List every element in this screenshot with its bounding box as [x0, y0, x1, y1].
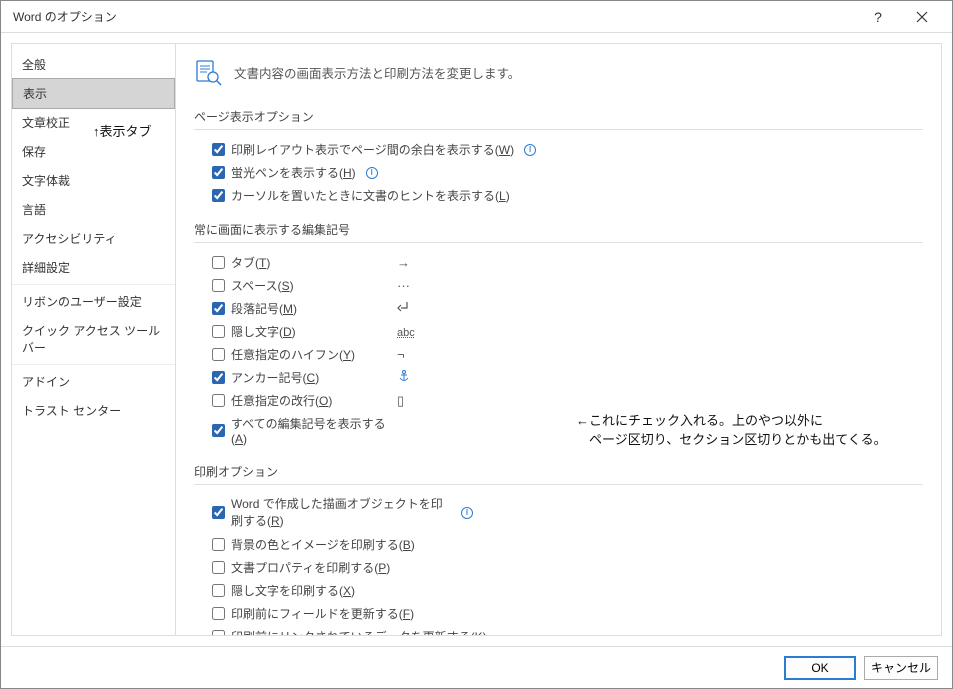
section-page-display-title: ページ表示オプション — [194, 104, 923, 130]
option-checkbox[interactable] — [212, 506, 225, 519]
option-label[interactable]: 蛍光ペンを表示する(H) — [231, 164, 356, 181]
info-icon[interactable]: i — [524, 144, 536, 156]
mark-symbol: → — [397, 255, 427, 270]
option-label[interactable]: 印刷前にフィールドを更新する(F) — [231, 605, 414, 622]
sidebar-item[interactable]: トラスト センター — [12, 396, 175, 425]
sidebar-item[interactable]: 文字体裁 — [12, 166, 175, 195]
sidebar: 全般表示文章校正保存文字体裁言語アクセシビリティ詳細設定リボンのユーザー設定クイ… — [11, 43, 176, 636]
option-row: 隠し文字を印刷する(X) — [194, 579, 923, 602]
sidebar-item[interactable]: 表示 — [12, 78, 175, 109]
titlebar: Word のオプション ? — [1, 1, 952, 33]
cancel-button[interactable]: キャンセル — [864, 656, 938, 680]
sidebar-item[interactable]: 文章校正 — [12, 108, 175, 137]
main-heading-text: 文書内容の画面表示方法と印刷方法を変更します。 — [234, 63, 520, 82]
info-icon[interactable]: i — [461, 507, 473, 519]
option-checkbox[interactable] — [212, 325, 225, 338]
sidebar-item[interactable]: クイック アクセス ツール バー — [12, 316, 175, 362]
option-checkbox[interactable] — [212, 189, 225, 202]
option-row: スペース(S) ··· — [194, 274, 923, 297]
close-button[interactable] — [900, 2, 944, 32]
mark-symbol: ··· — [397, 278, 427, 293]
display-options-icon — [194, 58, 222, 86]
option-label[interactable]: スペース(S) — [231, 277, 391, 294]
mark-symbol: abc — [397, 324, 427, 339]
option-label[interactable]: 背景の色とイメージを印刷する(B) — [231, 536, 415, 553]
sidebar-item[interactable]: 保存 — [12, 137, 175, 166]
option-row: 背景の色とイメージを印刷する(B) — [194, 533, 923, 556]
main-panel: 文書内容の画面表示方法と印刷方法を変更します。 ページ表示オプション 印刷レイア… — [176, 43, 942, 636]
option-label[interactable]: 隠し文字を印刷する(X) — [231, 582, 355, 599]
sidebar-item[interactable]: アクセシビリティ — [12, 224, 175, 253]
option-checkbox[interactable] — [212, 424, 225, 437]
option-checkbox[interactable] — [212, 302, 225, 315]
option-row: 蛍光ペンを表示する(H) i — [194, 161, 923, 184]
option-row: Word で作成した描画オブジェクトを印刷する(R) i — [194, 493, 923, 533]
sidebar-item[interactable]: アドイン — [12, 367, 175, 396]
option-checkbox[interactable] — [212, 561, 225, 574]
option-checkbox[interactable] — [212, 630, 225, 636]
option-label[interactable]: 任意指定の改行(O) — [231, 392, 391, 409]
option-row: 任意指定のハイフン(Y) ¬ — [194, 343, 923, 366]
option-checkbox[interactable] — [212, 394, 225, 407]
mark-symbol: ▯ — [397, 393, 427, 409]
dialog-footer: OK キャンセル — [1, 646, 952, 688]
option-label[interactable]: 隠し文字(D) — [231, 323, 391, 340]
section-editing-marks: タブ(T) → スペース(S) ··· 段落記号(M) 隠し文字(D) abc 任意指定のハイ… — [194, 251, 923, 449]
main-heading: 文書内容の画面表示方法と印刷方法を変更します。 — [194, 58, 923, 86]
option-row: タブ(T) → — [194, 251, 923, 274]
option-label[interactable]: すべての編集記号を表示する(A) — [231, 415, 391, 446]
section-print-title: 印刷オプション — [194, 459, 923, 485]
option-row: 印刷レイアウト表示でページ間の余白を表示する(W) i — [194, 138, 923, 161]
option-label[interactable]: タブ(T) — [231, 254, 391, 271]
help-button[interactable]: ? — [856, 2, 900, 32]
option-checkbox[interactable] — [212, 143, 225, 156]
dialog-title: Word のオプション — [13, 8, 856, 25]
sidebar-item[interactable]: 言語 — [12, 195, 175, 224]
word-options-dialog: Word のオプション ? 全般表示文章校正保存文字体裁言語アクセシビリティ詳細… — [0, 0, 953, 689]
option-checkbox[interactable] — [212, 256, 225, 269]
option-label[interactable]: アンカー記号(C) — [231, 369, 391, 386]
sidebar-item[interactable]: 全般 — [12, 50, 175, 79]
ok-button[interactable]: OK — [784, 656, 856, 680]
option-checkbox[interactable] — [212, 538, 225, 551]
option-row: 段落記号(M) — [194, 297, 923, 320]
mark-symbol: ¬ — [397, 347, 427, 362]
sidebar-item[interactable]: リボンのユーザー設定 — [12, 287, 175, 316]
option-checkbox[interactable] — [212, 348, 225, 361]
option-label[interactable]: 印刷前にリンクされているデータを更新する(K) — [231, 628, 487, 636]
close-icon — [916, 11, 928, 23]
info-icon[interactable]: i — [366, 167, 378, 179]
option-row: 文書プロパティを印刷する(P) — [194, 556, 923, 579]
option-row: 印刷前にリンクされているデータを更新する(K) — [194, 625, 923, 636]
mark-symbol — [397, 369, 427, 386]
option-label[interactable]: 印刷レイアウト表示でページ間の余白を表示する(W) — [231, 141, 514, 158]
option-row: 任意指定の改行(O) ▯ — [194, 389, 923, 412]
option-label[interactable]: カーソルを置いたときに文書のヒントを表示する(L) — [231, 187, 510, 204]
section-page-display: 印刷レイアウト表示でページ間の余白を表示する(W)i蛍光ペンを表示する(H)iカ… — [194, 138, 923, 207]
option-row: カーソルを置いたときに文書のヒントを表示する(L) — [194, 184, 923, 207]
option-checkbox[interactable] — [212, 279, 225, 292]
option-label[interactable]: 文書プロパティを印刷する(P) — [231, 559, 390, 576]
option-label[interactable]: 任意指定のハイフン(Y) — [231, 346, 391, 363]
option-checkbox[interactable] — [212, 371, 225, 384]
mark-symbol — [397, 300, 427, 317]
option-row: アンカー記号(C) — [194, 366, 923, 389]
option-checkbox[interactable] — [212, 607, 225, 620]
option-checkbox[interactable] — [212, 166, 225, 179]
option-label[interactable]: Word で作成した描画オブジェクトを印刷する(R) — [231, 496, 451, 530]
option-row: 印刷前にフィールドを更新する(F) — [194, 602, 923, 625]
option-label[interactable]: 段落記号(M) — [231, 300, 391, 317]
option-row: 隠し文字(D) abc — [194, 320, 923, 343]
option-row: すべての編集記号を表示する(A) — [194, 412, 923, 449]
dialog-body: 全般表示文章校正保存文字体裁言語アクセシビリティ詳細設定リボンのユーザー設定クイ… — [1, 33, 952, 646]
section-print: Word で作成した描画オブジェクトを印刷する(R) i 背景の色とイメージを印刷す… — [194, 493, 923, 636]
sidebar-item[interactable]: 詳細設定 — [12, 253, 175, 282]
option-checkbox[interactable] — [212, 584, 225, 597]
section-editing-marks-title: 常に画面に表示する編集記号 — [194, 217, 923, 243]
